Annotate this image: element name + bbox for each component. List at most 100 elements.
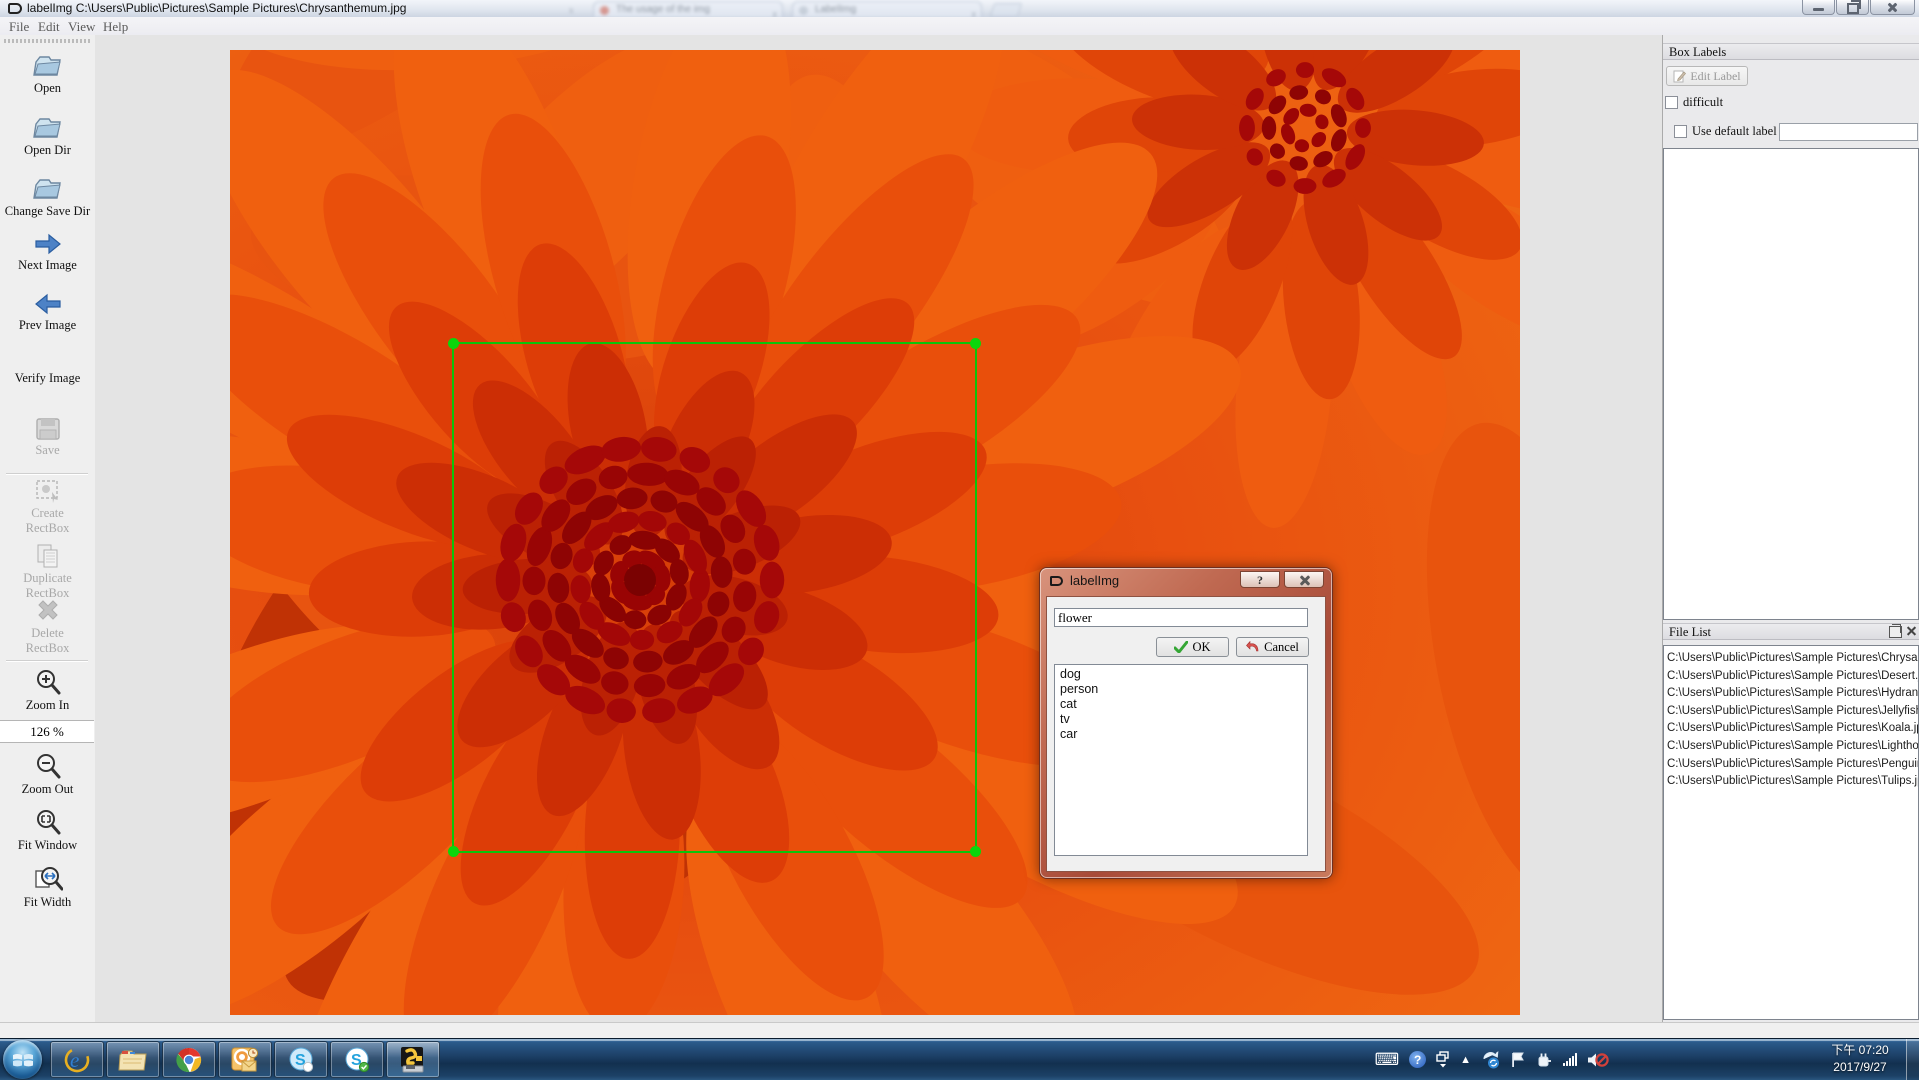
background-browser-tabs: x The usage of the img x LabelImg x	[555, 0, 1025, 17]
file-list-close-icon[interactable]	[1906, 626, 1917, 637]
dialog-help-button[interactable]: ?	[1240, 571, 1280, 588]
dialog-client-area: OK Cancel dog person cat tv car	[1046, 596, 1326, 872]
svg-text:e: e	[70, 1048, 79, 1072]
taskbar-outlook-button[interactable]	[218, 1041, 272, 1078]
label-choice[interactable]: car	[1060, 727, 1307, 742]
use-default-label-text: Use default label	[1692, 124, 1777, 139]
toolbar-grip[interactable]	[4, 39, 90, 43]
create-rectbox-icon	[34, 478, 62, 504]
label-choice[interactable]: tv	[1060, 712, 1307, 727]
next-image-button[interactable]: Next Image	[0, 232, 95, 273]
taskbar-explorer-button[interactable]	[106, 1041, 160, 1078]
bbox-handle-topright[interactable]	[970, 338, 981, 349]
difficult-checkbox[interactable]	[1665, 96, 1678, 109]
bbox-handle-topleft[interactable]	[448, 338, 459, 349]
taskbar-skype2-button[interactable]: S	[330, 1041, 384, 1078]
zoom-in-button[interactable]: Zoom In	[0, 668, 95, 713]
taskbar-chrome-button[interactable]	[162, 1041, 216, 1078]
menu-edit[interactable]: Edit	[34, 19, 64, 35]
taskbar-skype-button[interactable]: S	[274, 1041, 328, 1078]
prev-image-button[interactable]: Prev Image	[0, 292, 95, 333]
next-arrow-icon	[33, 232, 63, 256]
minimize-button[interactable]	[1802, 0, 1835, 15]
power-plug-icon[interactable]	[1536, 1051, 1553, 1069]
toolbar-separator	[6, 473, 88, 475]
clock-date: 2017/9/27	[1817, 1059, 1903, 1076]
label-choice[interactable]: dog	[1060, 667, 1307, 682]
keyboard-icon[interactable]: ⌨	[1375, 1050, 1400, 1070]
labelimg-app-icon	[8, 3, 22, 14]
background-tab2-close-icon: x	[972, 6, 977, 17]
bounding-box[interactable]	[452, 342, 977, 853]
default-label-input[interactable]	[1779, 123, 1918, 141]
status-bar	[0, 1022, 1919, 1039]
menu-file[interactable]: File	[5, 19, 33, 35]
dialog-close-button[interactable]	[1284, 571, 1324, 588]
menu-help[interactable]: Help	[99, 19, 132, 35]
right-panel: Box Labels Edit Label difficult Use defa…	[1662, 35, 1919, 1022]
fit-window-button[interactable]: Fit Window	[0, 808, 95, 853]
skype-icon: S	[287, 1046, 315, 1074]
open-dir-button[interactable]: Open Dir	[0, 115, 95, 158]
network-signal-icon[interactable]	[1563, 1053, 1577, 1066]
save-floppy-icon	[35, 417, 61, 441]
help-tray-icon[interactable]: ?	[1409, 1051, 1426, 1068]
dialog-app-icon	[1050, 576, 1063, 586]
action-center-flag-icon[interactable]	[1510, 1051, 1526, 1069]
open-button[interactable]: Open	[0, 53, 95, 96]
sync-icon[interactable]	[1481, 1050, 1500, 1069]
image-canvas[interactable]	[95, 35, 1665, 1022]
verify-image-button[interactable]: Verify Image	[0, 371, 95, 386]
label-choice[interactable]: cat	[1060, 697, 1307, 712]
volume-muted-icon[interactable]	[1587, 1051, 1609, 1069]
taskbar-ie-button[interactable]: e	[50, 1041, 104, 1078]
duplicate-rectbox-button: Duplicate RectBox	[0, 543, 95, 601]
file-list-item[interactable]: C:\Users\Public\Pictures\Sample Pictures…	[1664, 756, 1918, 774]
windows-explorer-icon	[118, 1047, 148, 1073]
close-button[interactable]	[1870, 0, 1915, 15]
zoom-out-icon	[34, 752, 62, 780]
show-desktop-button[interactable]	[1906, 1039, 1919, 1080]
file-list[interactable]: C:\Users\Public\Pictures\Sample Pictures…	[1663, 645, 1919, 1020]
main-area: Open Open Dir Change Save Dir Next Image…	[0, 35, 1919, 1022]
start-button[interactable]	[3, 1040, 42, 1079]
restore-button[interactable]	[1836, 0, 1869, 15]
save-button: Save	[0, 417, 95, 458]
file-list-float-icon[interactable]	[1889, 626, 1902, 638]
duplicate-rectbox-icon	[34, 543, 62, 569]
dialog-title: labelImg	[1070, 573, 1119, 588]
bbox-handle-bottomleft[interactable]	[448, 846, 459, 857]
use-default-label-checkbox[interactable]	[1674, 125, 1687, 138]
plug-icon	[1536, 1051, 1553, 1069]
system-tray: ⌨ ? ▲	[1370, 1039, 1614, 1080]
show-hidden-icons-arrow[interactable]: ▲	[1460, 1054, 1471, 1066]
bbox-handle-bottomright[interactable]	[970, 846, 981, 857]
restore-window-tray-icon[interactable]	[1436, 1051, 1450, 1069]
file-list-item[interactable]: C:\Users\Public\Pictures\Sample Pictures…	[1664, 668, 1918, 686]
background-tab2-favicon	[799, 6, 808, 15]
background-tab-close-icon: x	[569, 5, 574, 15]
taskbar-labelimg-button[interactable]	[386, 1041, 440, 1078]
label-choices-list[interactable]: dog person cat tv car	[1054, 664, 1308, 856]
toolbar-separator	[6, 660, 88, 662]
label-choice[interactable]: person	[1060, 682, 1307, 697]
box-labels-list[interactable]	[1663, 148, 1919, 620]
file-list-item[interactable]: C:\Users\Public\Pictures\Sample Pictures…	[1664, 703, 1918, 721]
menu-bar: File Edit View Help	[0, 17, 1919, 36]
file-list-item[interactable]: C:\Users\Public\Pictures\Sample Pictures…	[1664, 650, 1918, 668]
file-list-item[interactable]: C:\Users\Public\Pictures\Sample Pictures…	[1664, 720, 1918, 738]
file-list-item[interactable]: C:\Users\Public\Pictures\Sample Pictures…	[1664, 738, 1918, 756]
fit-width-button[interactable]: Fit Width	[0, 865, 95, 910]
chrome-icon	[175, 1046, 203, 1074]
zoom-out-button[interactable]: Zoom Out	[0, 752, 95, 797]
ok-button[interactable]: OK	[1156, 637, 1229, 657]
cancel-button[interactable]: Cancel	[1236, 637, 1309, 657]
label-input[interactable]	[1054, 608, 1308, 627]
menu-view[interactable]: View	[64, 19, 99, 35]
change-save-dir-button[interactable]: Change Save Dir	[0, 176, 95, 219]
zoom-value[interactable]: 126 %	[0, 720, 94, 743]
file-list-item[interactable]: C:\Users\Public\Pictures\Sample Pictures…	[1664, 773, 1918, 791]
clock[interactable]: 下午 07:20 2017/9/27	[1817, 1042, 1903, 1076]
file-list-item[interactable]: C:\Users\Public\Pictures\Sample Pictures…	[1664, 685, 1918, 703]
window-title: labelImg C:\Users\Public\Pictures\Sample…	[27, 1, 406, 15]
